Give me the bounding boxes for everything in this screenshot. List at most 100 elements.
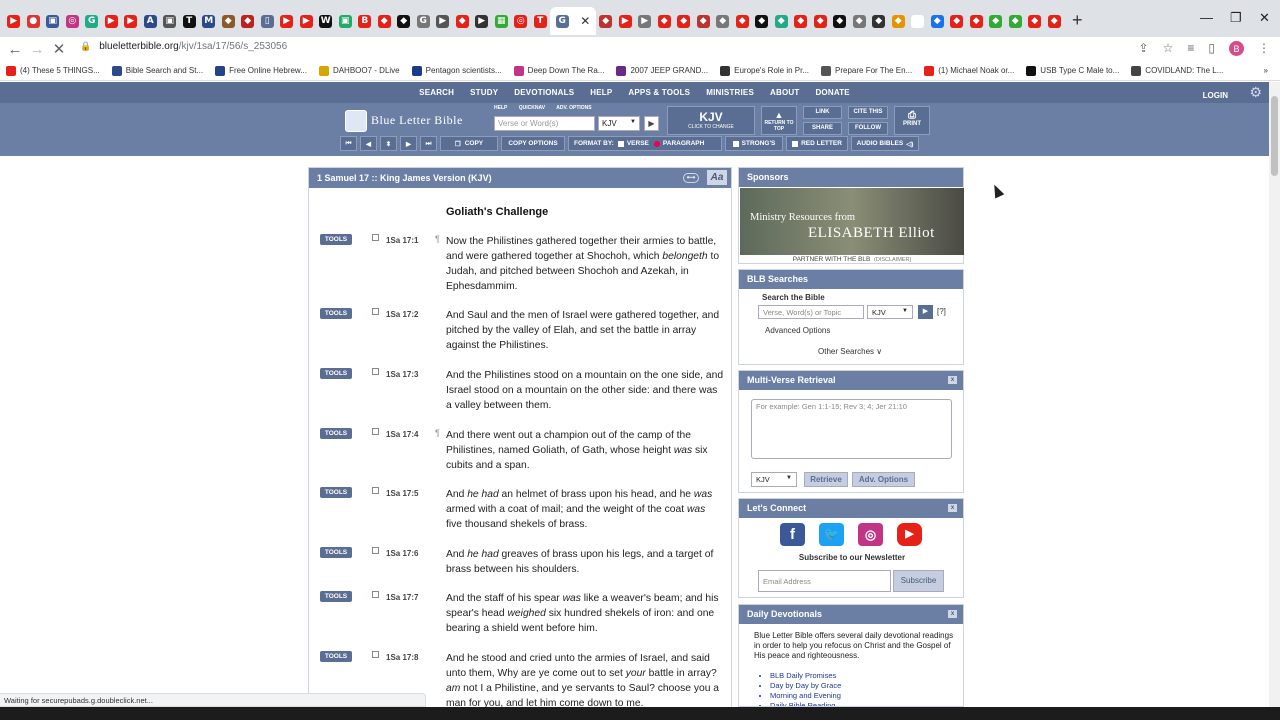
avatar[interactable]: B	[1229, 41, 1244, 56]
browser-tab[interactable]: ◆	[811, 7, 831, 35]
tools-button[interactable]: TOOLS	[320, 234, 352, 245]
browser-tab[interactable]: M	[199, 7, 219, 35]
browser-tab[interactable]: T	[180, 7, 200, 35]
browser-tab[interactable]: ◆	[1025, 7, 1045, 35]
bookmark-item[interactable]: Free Online Hebrew...	[215, 65, 307, 76]
side-panel-icon[interactable]: ▯	[1208, 41, 1215, 56]
share-icon[interactable]: ⇪	[1139, 41, 1149, 56]
menu-icon[interactable]: ⋮	[1258, 41, 1270, 56]
tools-button[interactable]: TOOLS	[320, 591, 352, 602]
tools-button[interactable]: TOOLS	[320, 308, 352, 319]
nav-item-help[interactable]: HELP	[590, 88, 612, 97]
expand-icon[interactable]: ⟷	[683, 173, 699, 183]
browser-tab[interactable]: G	[414, 7, 434, 35]
bookmark-item[interactable]: Pentagon scientists...	[411, 65, 502, 76]
multi-verse-version-select[interactable]: KJV ▼	[751, 472, 797, 487]
browser-tab[interactable]: ◆	[869, 7, 889, 35]
youtube-icon[interactable]: ▶	[897, 523, 922, 546]
browser-tab[interactable]: ▣	[43, 7, 63, 35]
nav-item-devotionals[interactable]: DEVOTIONALS	[514, 88, 574, 97]
help-link[interactable]: HELP	[494, 105, 507, 111]
red-letter-toggle[interactable]: RED LETTER	[786, 136, 848, 151]
bookmark-item[interactable]: USB Type C Male to...	[1026, 65, 1119, 76]
site-logo[interactable]: Blue Letter Bible	[371, 113, 463, 128]
strongs-toggle[interactable]: STRONG'S	[725, 136, 783, 151]
close-icon[interactable]: x	[948, 376, 957, 384]
chapter-menu-icon[interactable]: ⬍	[380, 136, 397, 151]
browser-tab[interactable]: G	[82, 7, 102, 35]
audio-bibles-button[interactable]: AUDIO BIBLES ◁)	[851, 136, 919, 151]
header-search-go-button[interactable]: ▶	[644, 116, 659, 131]
back-icon[interactable]: ←	[4, 41, 26, 58]
follow-button[interactable]: FOLLOW	[848, 122, 888, 135]
bookmark-item[interactable]: COVIDLAND: The L...	[1131, 65, 1223, 76]
browser-tab[interactable]: A	[141, 7, 161, 35]
browser-tab[interactable]: ◆	[772, 7, 792, 35]
print-button[interactable]: ⎙ PRINT	[894, 106, 930, 135]
copy-verse-icon[interactable]	[372, 651, 379, 658]
email-field[interactable]: Email Address	[758, 570, 891, 592]
verse-reference[interactable]: 1Sa 17:8	[386, 653, 418, 662]
header-version-select[interactable]: KJV ▼	[598, 116, 640, 131]
browser-tab[interactable]: ◆	[1045, 7, 1065, 35]
nav-item-donate[interactable]: DONATE	[815, 88, 849, 97]
return-to-top-button[interactable]: ▲ RETURN TO TOP	[761, 106, 797, 135]
browser-tab[interactable]: ◆	[986, 7, 1006, 35]
browser-tab[interactable]: ◆	[928, 7, 948, 35]
copy-verse-icon[interactable]	[372, 547, 379, 554]
forward-icon[interactable]: →	[26, 41, 48, 58]
link-button[interactable]: LINK	[803, 106, 842, 119]
paragraph-radio[interactable]	[653, 140, 660, 147]
close-icon[interactable]: x	[948, 504, 957, 512]
copy-verse-icon[interactable]	[372, 234, 379, 241]
browser-tab[interactable]: ▣	[336, 7, 356, 35]
advanced-options-link[interactable]: Advanced Options	[765, 326, 830, 335]
bookmark-item[interactable]: 2007 JEEP GRAND...	[616, 65, 708, 76]
twitter-icon[interactable]: 🐦	[819, 523, 844, 546]
browser-tab[interactable]: ▶	[4, 7, 24, 35]
tools-button[interactable]: TOOLS	[320, 487, 352, 498]
verse-reference[interactable]: 1Sa 17:1	[386, 236, 418, 245]
browser-tab[interactable]: ●	[24, 7, 44, 35]
tools-button[interactable]: TOOLS	[320, 368, 352, 379]
search-help-link[interactable]: [?]	[937, 307, 946, 316]
browser-tab[interactable]: ◎	[63, 7, 83, 35]
sponsor-banner[interactable]: Ministry Resources from ELISABETH Elliot	[740, 188, 964, 255]
browser-tab[interactable]: ◆	[453, 7, 473, 35]
browser-tab[interactable]: ◆	[947, 7, 967, 35]
verse-reference[interactable]: 1Sa 17:6	[386, 549, 418, 558]
bookmark-item[interactable]: Prepare For The En...	[821, 65, 912, 76]
browser-tab[interactable]: ◆	[850, 7, 870, 35]
verse-reference[interactable]: 1Sa 17:2	[386, 310, 418, 319]
share-button[interactable]: SHARE	[803, 122, 842, 135]
close-tab-icon[interactable]: ✕	[580, 14, 590, 28]
browser-tab[interactable]: ▦	[492, 7, 512, 35]
bookmark-item[interactable]: (4) These 5 THINGS...	[6, 65, 100, 76]
retrieve-button[interactable]: Retrieve	[804, 472, 848, 487]
stop-loading-icon[interactable]: ✕	[48, 40, 70, 58]
nav-item-study[interactable]: STUDY	[470, 88, 498, 97]
copy-verse-icon[interactable]	[372, 591, 379, 598]
devotional-link[interactable]: Day by Day by Grace	[770, 681, 841, 691]
login-link[interactable]: LOGIN	[1203, 91, 1228, 100]
browser-tab[interactable]: ◆	[694, 7, 714, 35]
browser-tab[interactable]: ▶	[277, 7, 297, 35]
nav-item-about[interactable]: ABOUT	[770, 88, 799, 97]
close-icon[interactable]: x	[948, 610, 957, 618]
tools-button[interactable]: TOOLS	[320, 547, 352, 558]
reading-list-icon[interactable]: ≡	[1187, 41, 1194, 56]
next-chapter-icon[interactable]: ▶	[400, 136, 417, 151]
browser-tab[interactable]: ◆	[752, 7, 772, 35]
browser-tab[interactable]: ◆	[655, 7, 675, 35]
first-chapter-icon[interactable]: ⏮	[340, 136, 357, 151]
cite-button[interactable]: CITE THIS	[848, 106, 888, 119]
browser-tab[interactable]: ◆	[791, 7, 811, 35]
page-scrollbar[interactable]	[1269, 82, 1280, 707]
tools-button[interactable]: TOOLS	[320, 651, 352, 662]
copy-options-button[interactable]: COPY OPTIONS	[501, 136, 565, 151]
instagram-icon[interactable]: ◎	[858, 523, 883, 546]
browser-tab[interactable]: ◆	[596, 7, 616, 35]
restore-icon[interactable]: ❐	[1230, 10, 1242, 26]
partner-link[interactable]: PARTNER WITH THE BLB	[793, 256, 871, 263]
browser-tab[interactable]: ▶	[616, 7, 636, 35]
